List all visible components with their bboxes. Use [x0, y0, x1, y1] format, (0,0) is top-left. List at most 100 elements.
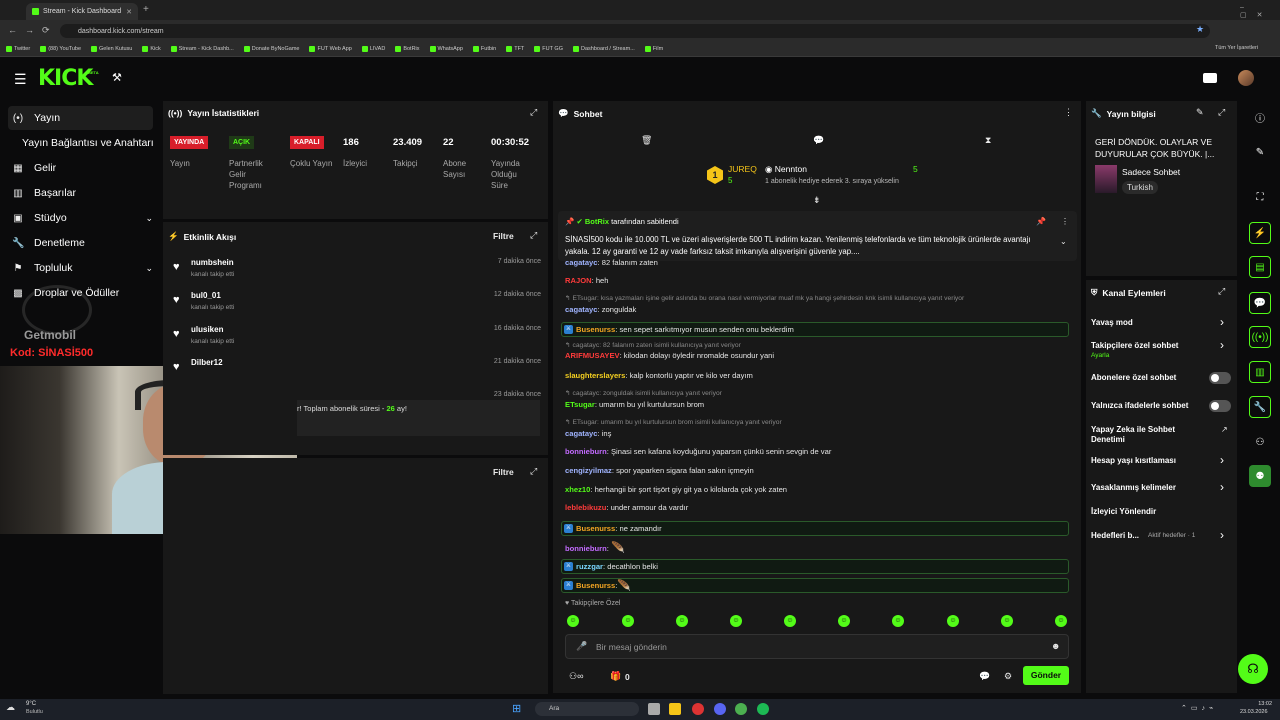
bookmark-item[interactable]: Kick [142, 46, 161, 52]
bookmark-item[interactable]: TFT [506, 46, 524, 52]
nav-buttons[interactable]: ←→⟳ [8, 25, 58, 36]
emoji-icon[interactable]: ☻ [1051, 641, 1060, 651]
channel-action-label[interactable]: İzleyici Yönlendir [1091, 507, 1216, 517]
discord-icon[interactable] [714, 703, 726, 715]
spotify-icon[interactable] [757, 703, 769, 715]
chevron-right-icon[interactable]: › [1220, 453, 1224, 467]
support-icon[interactable]: ☊ [1238, 654, 1268, 684]
leader-2-name[interactable]: ◉ Nennton [765, 164, 807, 175]
sidebar-item-4[interactable]: ▥ Başarılar [8, 181, 153, 205]
chat-username[interactable]: cagatayc [565, 258, 598, 267]
sidebar-item-8[interactable]: ▩ Droplar ve Ödüller [8, 281, 153, 305]
window-controls[interactable]: –▢✕ [1240, 4, 1280, 19]
chat-username[interactable]: Busenurss [576, 325, 615, 334]
pinned-menu-icon[interactable]: ⋮ [1061, 217, 1069, 226]
chat-username[interactable]: Busenurss [576, 524, 615, 533]
edit-icon[interactable]: ✎ [1196, 107, 1204, 118]
chat-username[interactable]: cagatayc [565, 305, 598, 314]
activity-filter-button[interactable]: Filtre [493, 231, 514, 241]
pencil-icon[interactable]: ✎ [1249, 141, 1271, 163]
activity-user[interactable]: ulusiken [191, 325, 223, 334]
bottom-popout-icon[interactable]: ⤢ [530, 466, 537, 477]
hourglass-icon[interactable]: ⧗ [985, 135, 991, 146]
chevron-right-icon[interactable]: › [1220, 528, 1224, 542]
chat-username[interactable]: Busenurss [576, 581, 615, 590]
sidebar-item-2[interactable]: Yayın Bağlantısı ve Anahtarı [8, 131, 154, 155]
emote-10-icon[interactable]: ☺ [1055, 615, 1067, 627]
activity-popout-icon[interactable]: ⤢ [530, 230, 537, 241]
activity-user[interactable]: Dilber12 [191, 358, 223, 367]
emote-5-icon[interactable]: ☺ [784, 615, 796, 627]
tray-icons[interactable]: ⌃▭♪⌁ [1181, 704, 1217, 712]
chrome-icon[interactable] [735, 703, 747, 715]
chat-menu-icon[interactable]: ⋮ [1064, 107, 1073, 118]
toggle-switch[interactable] [1209, 400, 1231, 412]
bookmark-item[interactable]: FUT Web App [309, 46, 352, 52]
trash-icon[interactable]: 🗑 [641, 135, 652, 146]
unpin-icon[interactable]: 📌 [1036, 217, 1046, 226]
channel-actions-popout-icon[interactable]: ⤢ [1218, 286, 1225, 297]
chevron-right-icon[interactable]: › [1220, 315, 1224, 329]
chat-username[interactable]: ruzzgar [576, 562, 603, 571]
emote-9-icon[interactable]: ☺ [1001, 615, 1013, 627]
channel-action-label[interactable]: Hesap yaşı kısıtlaması [1091, 456, 1216, 466]
bookmark-item[interactable]: Futbin [472, 46, 496, 52]
browser-tab[interactable]: Stream - Kick Dashboard ✕ [26, 3, 138, 20]
chevron-down-icon[interactable]: ⌄ [145, 263, 153, 274]
obs-icon[interactable] [692, 703, 704, 715]
chevron-down-icon[interactable]: ⌄ [145, 213, 153, 224]
stream-info-popout-icon[interactable]: ⤢ [1218, 107, 1225, 118]
channel-action-label[interactable]: Yavaş mod [1091, 318, 1216, 328]
explorer-icon[interactable] [669, 703, 681, 715]
bookmark-item[interactable]: Twitter [6, 46, 30, 52]
windows-start-icon[interactable]: ⊞ [512, 702, 521, 715]
chat-settings-bubble-icon[interactable]: 💬 [979, 671, 990, 682]
emote-4-icon[interactable]: ☺ [730, 615, 742, 627]
bookmark-item[interactable]: BotRix [395, 46, 420, 52]
bookmark-item[interactable]: Donate ByNoGame [243, 46, 299, 52]
bookmark-star-icon[interactable]: ★ [1196, 24, 1204, 35]
taskview-icon[interactable] [648, 703, 660, 715]
avatar[interactable] [1238, 70, 1254, 86]
broadcast-rail-icon[interactable]: ((•)) [1249, 326, 1271, 348]
sidebar-item-5[interactable]: ▣ Stüdyo ⌄ [8, 206, 153, 230]
emote-2-icon[interactable]: ☺ [622, 615, 634, 627]
chat-username[interactable]: cagatayc [565, 429, 598, 438]
channel-action-label[interactable]: Yasaklanmış kelimeler [1091, 483, 1216, 493]
bottom-filter-button[interactable]: Filtre [493, 467, 514, 477]
bookmark-item[interactable]: Film [644, 46, 663, 52]
tools-icon[interactable]: ⚒ [112, 71, 122, 84]
emote-3-icon[interactable]: ☺ [676, 615, 688, 627]
chevron-right-icon[interactable]: › [1220, 338, 1224, 352]
focus-icon[interactable]: ⛶ [1249, 186, 1271, 208]
chat-username[interactable]: bonnieburn [565, 447, 607, 456]
chat-bubble-icon[interactable]: 💬 [813, 135, 824, 146]
emote-6-icon[interactable]: ☺ [838, 615, 850, 627]
bookmark-item[interactable]: (88) YouTube [40, 46, 81, 52]
taskbar-search[interactable]: Ara [535, 702, 639, 716]
emote-8-icon[interactable]: ☺ [947, 615, 959, 627]
chat-username[interactable]: xhez10 [565, 485, 590, 494]
chat-username[interactable]: slaughterslayers [565, 371, 625, 380]
expand-leaders-icon[interactable]: ⇟ [813, 195, 821, 206]
sidebar-item-6[interactable]: 🔧 Denetleme [8, 231, 153, 255]
sidebar-item-3[interactable]: ▦ Gelir [8, 156, 153, 180]
url-input[interactable]: dashboard.kick.com/stream [60, 24, 1210, 38]
bookmark-item[interactable]: WhatsApp [429, 46, 463, 52]
kick-logo[interactable]: KICK [38, 66, 93, 91]
chat-username[interactable]: ETsugar [565, 400, 595, 409]
flash-icon[interactable]: ⚡ [1249, 222, 1271, 244]
all-bookmarks[interactable]: Tüm Yer İşaretleri [1215, 45, 1258, 51]
pinned-collapse-icon[interactable]: ⌄ [1060, 237, 1067, 246]
add-widget-icon[interactable]: ⚇ [1249, 431, 1271, 453]
channel-action-label[interactable]: Yapay Zeka ile Sohbet Denetimi [1091, 425, 1211, 445]
category-name[interactable]: Sadece Sohbet [1122, 167, 1180, 177]
chat-username[interactable]: RAJON [565, 276, 592, 285]
vr-icon[interactable] [1203, 73, 1217, 83]
mic-icon[interactable]: 🎤 [576, 641, 587, 652]
emote-7-icon[interactable]: ☺ [892, 615, 904, 627]
channel-action-label[interactable]: Yalnızca ifadelerle sohbet [1091, 401, 1216, 411]
channel-action-label[interactable]: Takipçilere özel sohbet [1091, 341, 1216, 351]
gift-icon[interactable]: 🎁 [610, 671, 621, 682]
stats-rail-icon[interactable]: ▥ [1249, 361, 1271, 383]
